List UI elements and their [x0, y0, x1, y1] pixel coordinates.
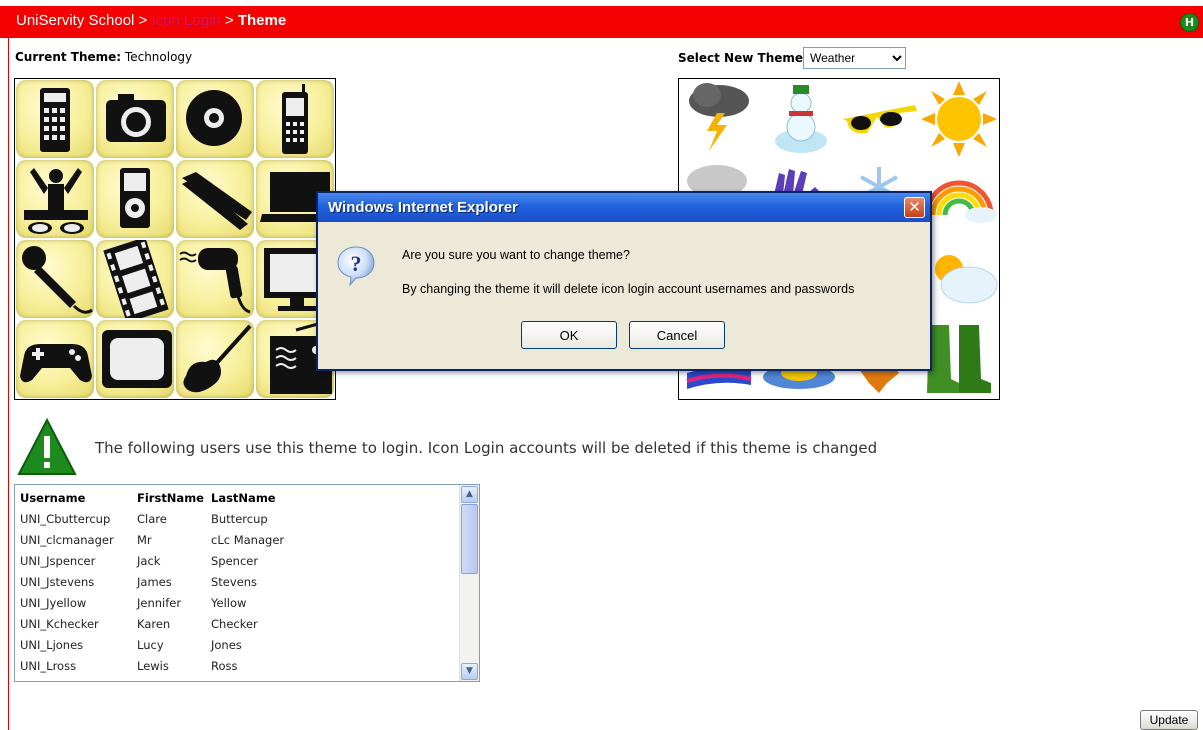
warning-icon	[17, 418, 77, 475]
breadcrumb-separator: >	[224, 12, 234, 29]
username-cell: UNI_clcmanager	[20, 532, 114, 547]
film-strip-icon	[96, 240, 174, 318]
firstname-cell: Jack	[137, 553, 161, 568]
current-theme-icon-grid	[14, 78, 336, 400]
firstname-cell: Karen	[137, 616, 171, 631]
dialog-title: Windows Internet Explorer	[328, 199, 518, 216]
lastname-cell: Spencer	[211, 553, 259, 568]
users-list[interactable]: Username FirstName LastName UNI_Cbutterc…	[14, 484, 480, 682]
scroll-thumb[interactable]	[461, 504, 478, 574]
current-theme-caption: Current Theme:	[15, 50, 122, 64]
lastname-cell: Yellow	[211, 595, 247, 610]
select-theme-caption: Select New Theme	[678, 51, 804, 65]
cd-icon	[176, 80, 254, 158]
table-row[interactable]: UNI_clcmanager Mr cLc Manager	[19, 529, 288, 550]
table-row[interactable]: UNI_Jyellow Jennifer Yellow	[19, 592, 288, 613]
column-header-username: Username	[20, 490, 86, 505]
dj-icon	[16, 160, 94, 238]
users-list-scrollbar[interactable]: ▲ ▼	[459, 485, 479, 681]
question-icon: ?	[337, 246, 375, 287]
current-theme-label: Current Theme: Technology	[15, 50, 192, 64]
table-row[interactable]: UNI_Lross Lewis Ross	[19, 655, 288, 676]
mobile-phone-icon	[256, 80, 334, 158]
firstname-cell: Clare	[137, 511, 167, 526]
firstname-cell: Lucy	[137, 637, 164, 652]
update-button[interactable]: Update	[1140, 710, 1198, 730]
table-row[interactable]: UNI_Jstevens James Stevens	[19, 571, 288, 592]
help-icon[interactable]: H	[1180, 13, 1199, 32]
username-cell: UNI_Kchecker	[20, 616, 99, 631]
page-border	[8, 38, 9, 730]
lastname-cell: Buttercup	[211, 511, 268, 526]
gamepad-icon	[16, 320, 94, 398]
lastname-cell: Jones	[211, 637, 242, 652]
username-cell: UNI_Jstevens	[20, 574, 95, 589]
column-header-firstname: FirstName	[137, 490, 204, 505]
table-row[interactable]: UNI_Jspencer Jack Spencer	[19, 550, 288, 571]
breadcrumb-separator: >	[138, 12, 148, 29]
breadcrumb-icon-login-link[interactable]: Icon Login	[152, 12, 221, 29]
breadcrumb: UniServity School > Icon Login > Theme	[16, 12, 286, 29]
users-table: Username FirstName LastName UNI_Cbutterc…	[19, 487, 288, 676]
theme-select[interactable]: Weather	[803, 47, 906, 69]
dialog-warning-message: By changing the theme it will delete ico…	[402, 282, 855, 296]
hair-straightener-icon	[176, 160, 254, 238]
current-theme-value: Technology	[124, 50, 193, 64]
firstname-cell: Mr	[137, 532, 152, 547]
dialog-title-bar[interactable]: Windows Internet Explorer ✕	[318, 193, 930, 222]
username-cell: UNI_Jyellow	[20, 595, 87, 610]
camera-icon	[96, 80, 174, 158]
cancel-button[interactable]: Cancel	[629, 321, 725, 349]
username-cell: UNI_Cbuttercup	[20, 511, 111, 526]
guitar-icon	[176, 320, 254, 398]
hair-dryer-icon	[176, 240, 254, 318]
scroll-up-icon[interactable]: ▲	[461, 486, 478, 503]
lastname-cell: Checker	[211, 616, 258, 631]
select-theme-label: Select New Theme	[678, 51, 803, 65]
lastname-cell: cLc Manager	[211, 532, 285, 547]
firstname-cell: James	[137, 574, 172, 589]
username-cell: UNI_Ljones	[20, 637, 84, 652]
confirm-dialog: Windows Internet Explorer ✕ ? Are you su…	[316, 191, 932, 371]
question-mark: ?	[351, 251, 362, 276]
scroll-down-icon[interactable]: ▼	[461, 663, 478, 680]
firstname-cell: Jennifer	[137, 595, 182, 610]
storm-cloud-icon	[679, 79, 759, 159]
firstname-cell: Lewis	[137, 658, 169, 673]
sun-icon	[919, 79, 999, 159]
sunglasses-icon	[839, 79, 919, 159]
username-cell: UNI_Lross	[20, 658, 77, 673]
table-row[interactable]: UNI_Cbuttercup Clare Buttercup	[19, 508, 288, 529]
calculator-icon	[16, 80, 94, 158]
warning-text: The following users use this theme to lo…	[95, 439, 878, 457]
breadcrumb-school[interactable]: UniServity School	[16, 12, 134, 29]
table-row[interactable]: UNI_Kchecker Karen Checker	[19, 613, 288, 634]
television-icon	[96, 320, 174, 398]
lastname-cell: Stevens	[211, 574, 258, 589]
snowman-icon	[759, 79, 839, 159]
ok-button[interactable]: OK	[521, 321, 617, 349]
username-cell: UNI_Jspencer	[20, 553, 96, 568]
close-icon[interactable]: ✕	[904, 197, 925, 218]
table-header-row: Username FirstName LastName	[19, 487, 288, 508]
column-header-lastname: LastName	[211, 490, 276, 505]
header-bar: UniServity School > Icon Login > Theme H	[0, 6, 1203, 38]
mp3-player-icon	[96, 160, 174, 238]
table-row[interactable]: UNI_Ljones Lucy Jones	[19, 634, 288, 655]
dialog-question: Are you sure you want to change theme?	[402, 248, 630, 262]
breadcrumb-current: Theme	[237, 12, 287, 29]
lastname-cell: Ross	[211, 658, 238, 673]
microphone-icon	[16, 240, 94, 318]
